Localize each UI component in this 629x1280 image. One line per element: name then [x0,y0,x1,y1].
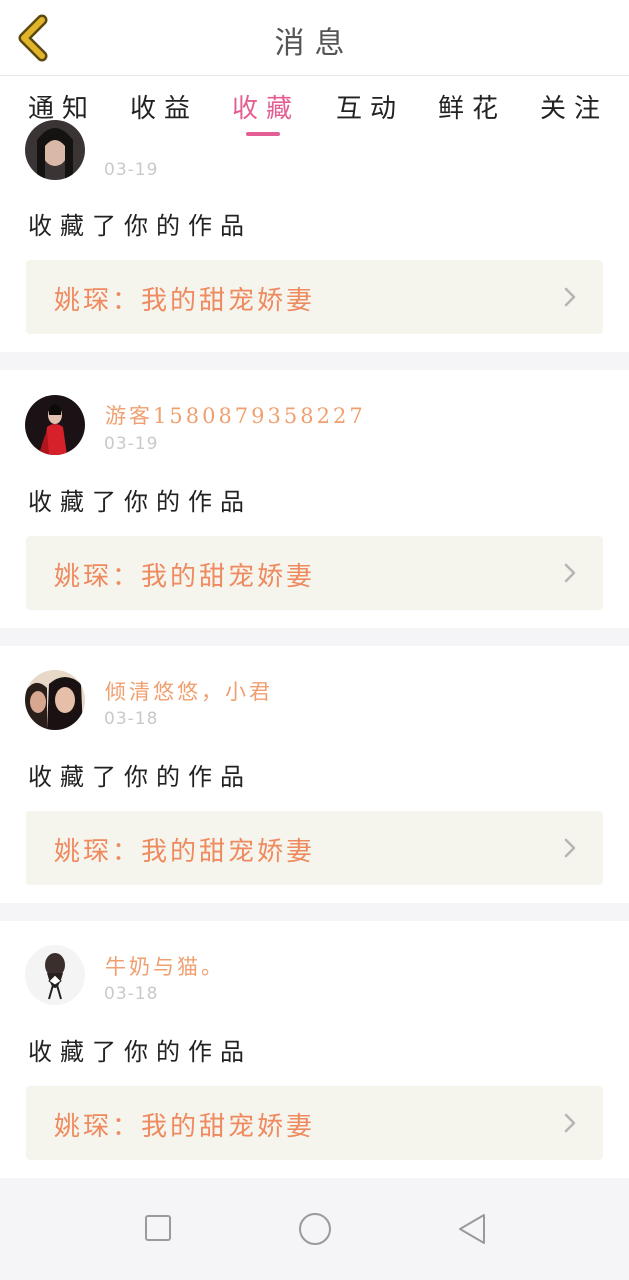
work-link[interactable]: 姚琛：我的甜宠娇妻 [26,1086,603,1160]
action-text: 收藏了你的作品 [28,488,252,516]
work-link[interactable]: 姚琛：我的甜宠娇妻 [26,536,603,610]
chevron-right-icon [564,1113,576,1133]
triangle-left-icon [459,1214,485,1244]
avatar[interactable] [25,945,85,1005]
work-link[interactable]: 姚琛：我的甜宠娇妻 [26,811,603,885]
action-text: 收藏了你的作品 [28,212,252,240]
avatar[interactable] [25,120,85,180]
date: 03-18 [104,984,159,1004]
divider [0,903,629,921]
page-title: 消息 [274,26,355,61]
list-item: 牛奶与猫。 03-18 收藏了你的作品 姚琛：我的甜宠娇妻 [0,921,629,1178]
list-item: 游客1580879358227 03-19 收藏了你的作品 姚琛：我的甜宠娇妻 [0,370,629,628]
square-icon [145,1215,171,1241]
home-button[interactable] [298,1212,332,1250]
chevron-right-icon [564,563,576,583]
username[interactable]: 游客1580879358227 [105,400,366,430]
top-bar: 消息 [0,0,629,76]
work-title: 姚琛：我的甜宠娇妻 [54,286,316,316]
work-link[interactable]: 姚琛：我的甜宠娇妻 [26,260,603,334]
username[interactable]: 倾清悠悠，小君 [105,676,273,706]
divider [0,628,629,646]
chevron-right-icon [564,287,576,307]
recents-button[interactable] [144,1214,172,1246]
tab-follows[interactable]: 关注 [540,88,608,125]
divider [0,352,629,370]
system-nav-bar [0,1178,629,1280]
list-item: 倾清悠悠，小君 03-18 收藏了你的作品 姚琛：我的甜宠娇妻 [0,646,629,903]
circle-icon [299,1213,331,1245]
tab-bar: 通知 收益 收藏 互动 鲜花 关注 [0,76,629,138]
list-item: 03-19 收藏了你的作品 姚琛：我的甜宠娇妻 [0,120,629,352]
tab-flowers[interactable]: 鲜花 [438,88,506,125]
date: 03-19 [104,434,159,454]
work-title: 姚琛：我的甜宠娇妻 [54,837,316,867]
tab-interactions[interactable]: 互动 [336,88,404,125]
chevron-right-icon [564,838,576,858]
date: 03-18 [104,709,159,729]
work-title: 姚琛：我的甜宠娇妻 [54,562,316,592]
action-text: 收藏了你的作品 [28,763,252,791]
back-nav-button[interactable] [456,1212,488,1250]
tab-earnings[interactable]: 收益 [130,88,198,125]
action-text: 收藏了你的作品 [28,1038,252,1066]
tab-favorites[interactable]: 收藏 [232,88,300,125]
tab-notifications[interactable]: 通知 [28,88,96,125]
active-tab-indicator [246,132,280,136]
username[interactable]: 牛奶与猫。 [105,951,225,981]
avatar[interactable] [25,395,85,455]
date: 03-19 [104,160,159,180]
work-title: 姚琛：我的甜宠娇妻 [54,1112,316,1142]
avatar[interactable] [25,670,85,730]
